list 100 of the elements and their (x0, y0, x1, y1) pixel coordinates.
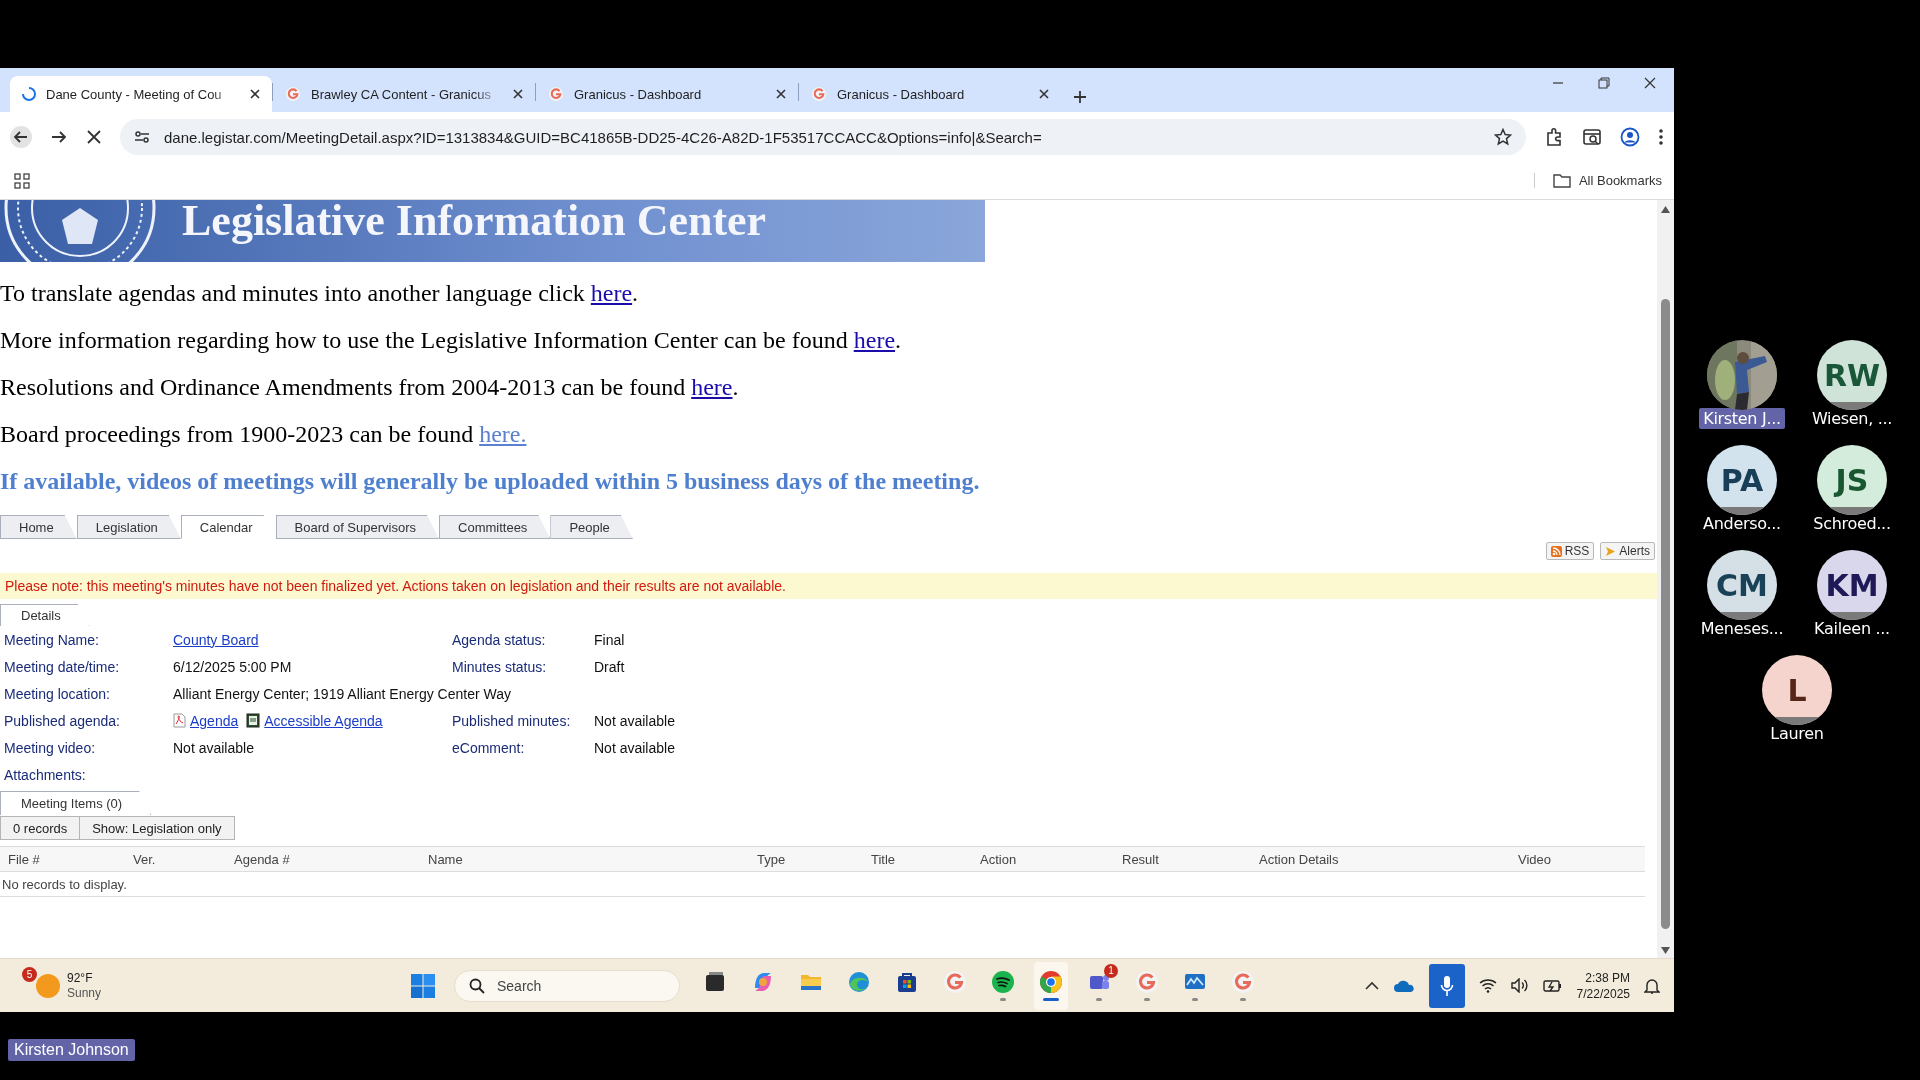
loading-icon (22, 87, 36, 101)
close-icon[interactable] (1039, 89, 1049, 99)
column-header[interactable]: Type (749, 846, 863, 872)
all-bookmarks-button[interactable]: All Bookmarks (1552, 173, 1662, 188)
rss-icon (1550, 545, 1562, 557)
microphone-button[interactable] (1428, 963, 1465, 1008)
column-header[interactable]: Action (972, 846, 1114, 872)
here-link[interactable]: here. (479, 421, 527, 447)
scroll-down-icon[interactable] (1661, 947, 1670, 954)
battery-plug-icon[interactable] (1542, 978, 1563, 993)
column-header[interactable]: Ver. (125, 846, 226, 872)
records-count: 0 records (0, 816, 81, 840)
clock-time[interactable]: 2:38 PM (1585, 969, 1630, 986)
column-header[interactable]: Action Details (1251, 846, 1510, 872)
column-header[interactable]: Agenda # (226, 846, 420, 872)
close-icon[interactable] (513, 89, 523, 99)
browser-tab[interactable]: Granicus - Dashboard (536, 76, 798, 112)
profile-icon[interactable] (1620, 127, 1640, 147)
document-icon (246, 713, 261, 728)
weather-condition: Sunny (67, 985, 102, 1001)
here-link[interactable]: here (691, 374, 733, 400)
field-value: Final (594, 631, 625, 648)
extensions-icon[interactable] (1544, 127, 1564, 147)
back-icon[interactable] (10, 126, 32, 148)
column-header[interactable]: File # (0, 846, 125, 872)
nav-tab[interactable]: Home (0, 515, 77, 539)
scroll-thumb[interactable] (1661, 299, 1670, 929)
tab-search-icon[interactable] (1582, 127, 1602, 147)
nav-tab[interactable]: Legislation (76, 515, 181, 539)
field-value: Not available (594, 739, 675, 756)
column-header[interactable]: Title (863, 846, 972, 872)
clock-date[interactable]: 7/22/2025 (1576, 985, 1630, 1002)
nav-tab[interactable]: Calendar (180, 515, 276, 539)
nav-tab[interactable]: Board of Supervisors (275, 515, 439, 539)
close-icon[interactable] (1644, 77, 1656, 89)
star-icon[interactable] (1494, 128, 1512, 146)
browser-tab[interactable]: Granicus - Dashboard (799, 76, 1061, 112)
filter-button[interactable]: Show: Legislation only (80, 816, 235, 840)
taskbar-app-button[interactable]: 1 (1082, 961, 1116, 1010)
menu-icon[interactable] (1658, 128, 1664, 146)
presenter-name: Kirsten Johnson (8, 1039, 135, 1061)
alerts-button[interactable]: Alerts (1600, 542, 1655, 560)
browser-tab[interactable]: Brawley CA Content - Granicus (273, 76, 535, 112)
column-header[interactable]: Result (1114, 846, 1251, 872)
notice-text: Board proceedings from 1900-2023 can be found here. (0, 420, 528, 449)
new-tab-icon[interactable] (1073, 90, 1087, 104)
column-header[interactable]: Name (420, 846, 749, 872)
notification-bell-icon[interactable] (1644, 977, 1660, 994)
chevron-up-icon[interactable] (1364, 980, 1379, 991)
column-header[interactable]: Video (1510, 846, 1645, 872)
running-indicator (1000, 998, 1006, 1001)
running-indicator (1043, 998, 1059, 1001)
site-info-icon[interactable] (134, 129, 150, 145)
empty-message: No records to display. (0, 871, 1645, 897)
field-value: 6/12/2025 5:00 PM (173, 658, 292, 675)
field-label: Published minutes: (452, 712, 572, 729)
avatar-initials: JS (1835, 462, 1869, 498)
field-value: Not available (594, 712, 675, 729)
taskbar-app-button[interactable] (1034, 961, 1068, 1010)
volume-icon[interactable] (1510, 978, 1529, 993)
meeting-name-link[interactable]: County Board (173, 631, 259, 648)
here-link[interactable]: here (590, 280, 633, 306)
close-icon[interactable] (776, 89, 786, 99)
running-indicator (1144, 998, 1150, 1001)
participant-name: Kaileen ... (1813, 618, 1891, 639)
notice-text: Resolutions and Ordinance Amendments from 2004-2013 can be found here. (0, 373, 740, 402)
cloud-icon[interactable] (1392, 978, 1415, 993)
nav-tab[interactable]: Committees (439, 515, 551, 539)
field-value: Draft (594, 658, 625, 675)
avatar-initials: CM (1716, 567, 1768, 603)
scroll-up-icon[interactable] (1661, 206, 1670, 213)
field-value: Not available (173, 739, 254, 756)
participant-name: Anderso... (1702, 513, 1782, 534)
agenda-link[interactable]: Accessible Agenda (264, 712, 383, 729)
avatar-initials: PA (1720, 462, 1764, 498)
avatar-initials: KM (1825, 567, 1879, 603)
browser-tab[interactable]: Dane County - Meeting of Cou (10, 76, 272, 112)
avatar-initials: L (1787, 672, 1807, 708)
pdf-icon (173, 713, 186, 728)
field-label: Meeting video: (3, 739, 97, 756)
field-label: Published agenda: (3, 712, 121, 729)
close-icon[interactable] (250, 89, 260, 99)
restore-icon[interactable] (1598, 77, 1610, 89)
avatar-initials: RW (1823, 357, 1881, 393)
attachments-label: Attachments: (3, 766, 87, 785)
banner-title: Legislative Information Center (182, 200, 767, 246)
shopping-bag-icon (895, 970, 919, 994)
address-bar[interactable]: dane.legistar.com/MeetingDetail.aspx?ID=1313834&GUID=BC41865B-DD25-4C26-A82D-1F53517CCACC&Options=info|&Search= (120, 119, 1526, 155)
nav-tab[interactable]: People (550, 515, 633, 539)
scrollbar[interactable] (1657, 200, 1674, 958)
temperature: 92°F (67, 970, 94, 986)
agenda-link[interactable]: Agenda (190, 712, 239, 729)
search-field[interactable]: Search (454, 969, 680, 1002)
rss-button[interactable]: RSS (1545, 542, 1595, 560)
spotify-icon (991, 970, 1015, 994)
start-icon[interactable] (410, 972, 436, 999)
stop-icon[interactable] (86, 129, 102, 145)
wifi-icon[interactable] (1478, 978, 1497, 993)
here-link[interactable]: here (853, 327, 896, 353)
apps-grid-icon[interactable] (14, 172, 30, 189)
